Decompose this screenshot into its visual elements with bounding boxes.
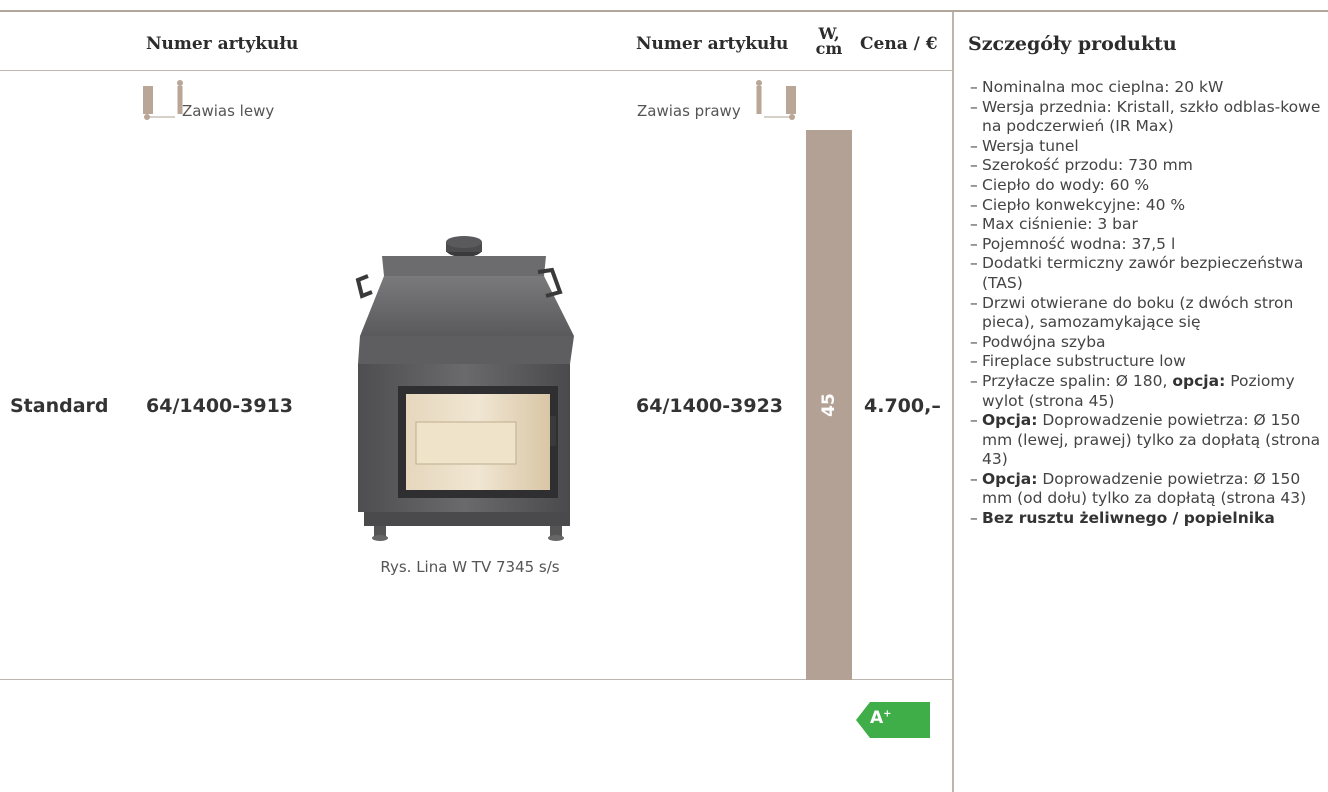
detail-item: Nominalna moc cieplna: 20 kW — [970, 78, 1326, 98]
energy-label-text: A+ — [870, 708, 892, 728]
detail-item: Drzwi otwierane do boku (z dwóch stron p… — [970, 294, 1326, 333]
product-details-list: Nominalna moc cieplna: 20 kW Wersja prze… — [970, 78, 1326, 529]
detail-item: Opcja: Doprowadzenie powietrza: Ø 150 mm… — [970, 470, 1326, 509]
details-divider — [952, 12, 954, 792]
header-product-details: Szczegóły produktu — [968, 33, 1177, 55]
price-value: 4.700,– — [864, 395, 941, 417]
detail-item: Szerokość przodu: 730 mm — [970, 156, 1326, 176]
detail-item: Podwójna szyba — [970, 333, 1326, 353]
hinge-right-label: Zawias prawy — [637, 102, 741, 120]
top-rule — [0, 10, 1328, 12]
detail-item: Dodatki termiczny zawór bezpieczeństwa (… — [970, 254, 1326, 293]
width-value: 45 — [819, 393, 839, 417]
header-width: W, cm — [808, 26, 850, 58]
detail-item: Wersja tunel — [970, 137, 1326, 157]
energy-label-badge — [856, 702, 930, 738]
detail-item: Ciepło do wody: 60 % — [970, 176, 1326, 196]
detail-item: Wersja przednia: Kristall, szkło odblas-… — [970, 98, 1326, 137]
hinge-left-label: Zawias lewy — [182, 102, 275, 120]
header-rule — [0, 70, 952, 71]
detail-item: Przyłacze spalin: Ø 180, opcja: Poziomy … — [970, 372, 1326, 411]
image-caption: Rys. Lina W TV 7345 s/s — [380, 558, 560, 576]
detail-item: Fireplace substructure low — [970, 352, 1326, 372]
hinge-right-icon — [756, 78, 796, 122]
header-article-right: Numer artykułu — [636, 34, 789, 54]
detail-item: Opcja: Doprowadzenie powietrza: Ø 150 mm… — [970, 411, 1326, 470]
article-left: 64/1400-3913 — [146, 395, 294, 417]
row-label-standard: Standard — [10, 395, 109, 417]
header-width-unit: cm — [815, 39, 843, 58]
detail-item: Bez rusztu żeliwnego / popielnika — [970, 509, 1326, 529]
header-article-left: Numer artykułu — [146, 34, 299, 54]
detail-item: Ciepło konwekcyjne: 40 % — [970, 196, 1326, 216]
header-price: Cena / € — [860, 34, 938, 54]
fireplace-image — [338, 236, 590, 548]
hinge-left-icon — [143, 78, 183, 122]
article-right: 64/1400-3923 — [636, 395, 784, 417]
detail-item: Pojemność wodna: 37,5 l — [970, 235, 1326, 255]
detail-item: Max ciśnienie: 3 bar — [970, 215, 1326, 235]
